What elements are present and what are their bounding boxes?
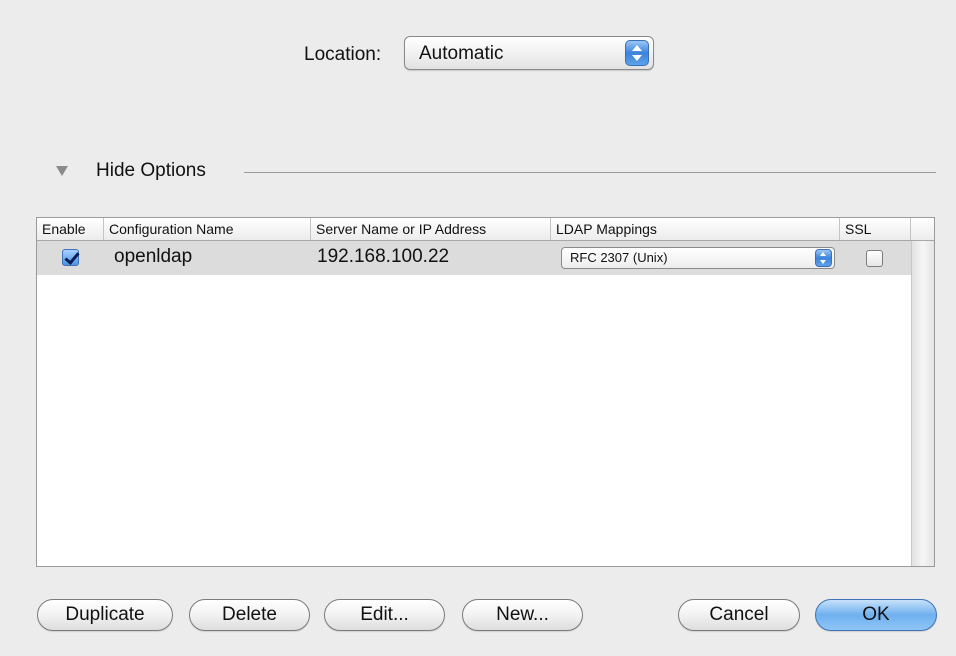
ok-button[interactable]: OK: [815, 599, 937, 631]
column-header-enable[interactable]: Enable: [37, 218, 104, 240]
disclosure-triangle-icon[interactable]: [56, 166, 68, 176]
server-address-cell: 192.168.100.22: [317, 246, 450, 267]
ssl-checkbox[interactable]: [866, 250, 883, 267]
new-button[interactable]: New...: [462, 599, 583, 631]
edit-button[interactable]: Edit...: [324, 599, 445, 631]
column-header-ssl[interactable]: SSL: [840, 218, 911, 240]
delete-button[interactable]: Delete: [189, 599, 310, 631]
column-header-corner: [911, 218, 934, 240]
ldap-mappings-popup[interactable]: RFC 2307 (Unix): [561, 247, 835, 269]
table-header: Enable Configuration Name Server Name or…: [37, 218, 934, 241]
server-configurations-table: Enable Configuration Name Server Name or…: [36, 217, 935, 567]
column-header-server-name[interactable]: Server Name or IP Address: [311, 218, 551, 240]
hide-options-label[interactable]: Hide Options: [96, 160, 206, 182]
popup-arrows-icon: [625, 40, 649, 66]
duplicate-button[interactable]: Duplicate: [37, 599, 173, 631]
table-row[interactable]: openldap 192.168.100.22 RFC 2307 (Unix): [37, 241, 911, 275]
location-popup[interactable]: Automatic: [404, 36, 654, 70]
popup-arrows-icon: [815, 249, 832, 267]
column-header-ldap-mappings[interactable]: LDAP Mappings: [551, 218, 840, 240]
vertical-scrollbar[interactable]: [911, 241, 934, 566]
location-label: Location:: [304, 44, 382, 65]
column-header-configuration-name[interactable]: Configuration Name: [104, 218, 311, 240]
enable-checkbox[interactable]: [62, 249, 79, 266]
options-divider: [244, 172, 936, 173]
location-selected-value: Automatic: [419, 43, 504, 64]
ldap-mappings-value: RFC 2307 (Unix): [570, 250, 668, 265]
cancel-button[interactable]: Cancel: [678, 599, 800, 631]
configuration-name-cell: openldap: [114, 246, 193, 267]
